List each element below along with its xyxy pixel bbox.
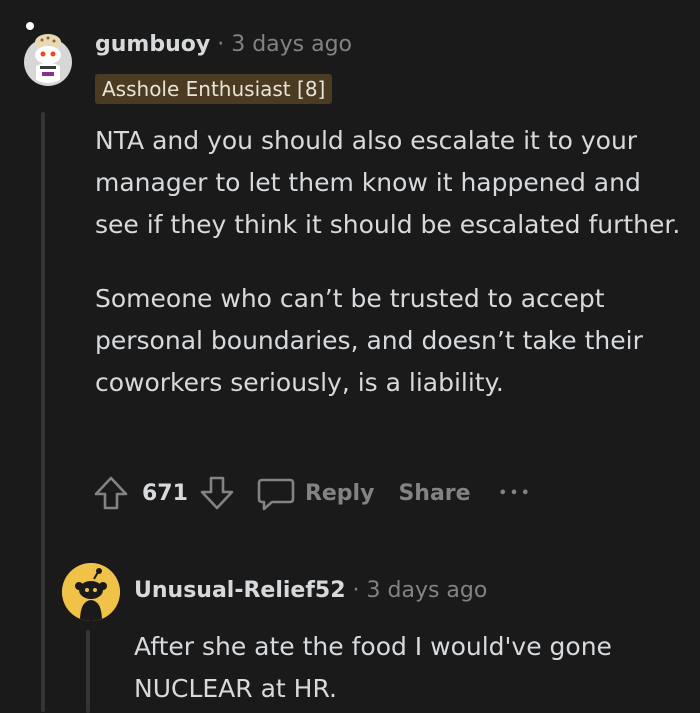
comment-thread-line[interactable] bbox=[41, 112, 45, 712]
share-button[interactable]: Share bbox=[398, 481, 470, 506]
snoo-avatar-icon bbox=[62, 563, 120, 621]
downvote-arrow-icon bbox=[200, 476, 234, 510]
comment-body: NTA and you should also escalate it to y… bbox=[95, 120, 685, 404]
comment-timestamp[interactable]: 3 days ago bbox=[231, 32, 352, 57]
comment-actions: 671 Reply Share ••• bbox=[92, 472, 533, 514]
comment-avatar[interactable] bbox=[20, 22, 76, 86]
comment-meta: gumbuoy · 3 days ago bbox=[95, 32, 352, 57]
reply-timestamp[interactable]: 3 days ago bbox=[367, 578, 488, 603]
comment-author[interactable]: gumbuoy bbox=[95, 32, 210, 57]
reply-avatar[interactable] bbox=[62, 563, 120, 621]
comment-paragraph: NTA and you should also escalate it to y… bbox=[95, 126, 681, 239]
user-flair: Asshole Enthusiast [8] bbox=[95, 74, 333, 104]
reply-body: After she ate the food I would've gone N… bbox=[134, 626, 674, 710]
more-options-button[interactable]: ••• bbox=[499, 486, 533, 501]
snoo-chef-avatar-icon bbox=[24, 22, 72, 86]
reply-label: Reply bbox=[304, 480, 375, 506]
reply-author[interactable]: Unusual-Relief52 bbox=[134, 578, 346, 603]
upvote-arrow-icon bbox=[94, 476, 128, 510]
meta-separator: · bbox=[352, 578, 360, 603]
comment-paragraph: Someone who can’t be trusted to accept p… bbox=[95, 284, 643, 397]
vote-count: 671 bbox=[142, 480, 188, 506]
reply-button[interactable]: Reply bbox=[256, 474, 375, 512]
upvote-button[interactable] bbox=[92, 474, 130, 512]
meta-separator: · bbox=[217, 32, 225, 57]
reply-paragraph: After she ate the food I would've gone N… bbox=[134, 632, 612, 703]
reply-meta: Unusual-Relief52 · 3 days ago bbox=[134, 578, 487, 603]
ellipsis-icon: ••• bbox=[498, 485, 533, 501]
reply-thread-line[interactable] bbox=[86, 630, 90, 713]
speech-bubble-icon bbox=[257, 478, 295, 511]
downvote-button[interactable] bbox=[198, 474, 236, 512]
